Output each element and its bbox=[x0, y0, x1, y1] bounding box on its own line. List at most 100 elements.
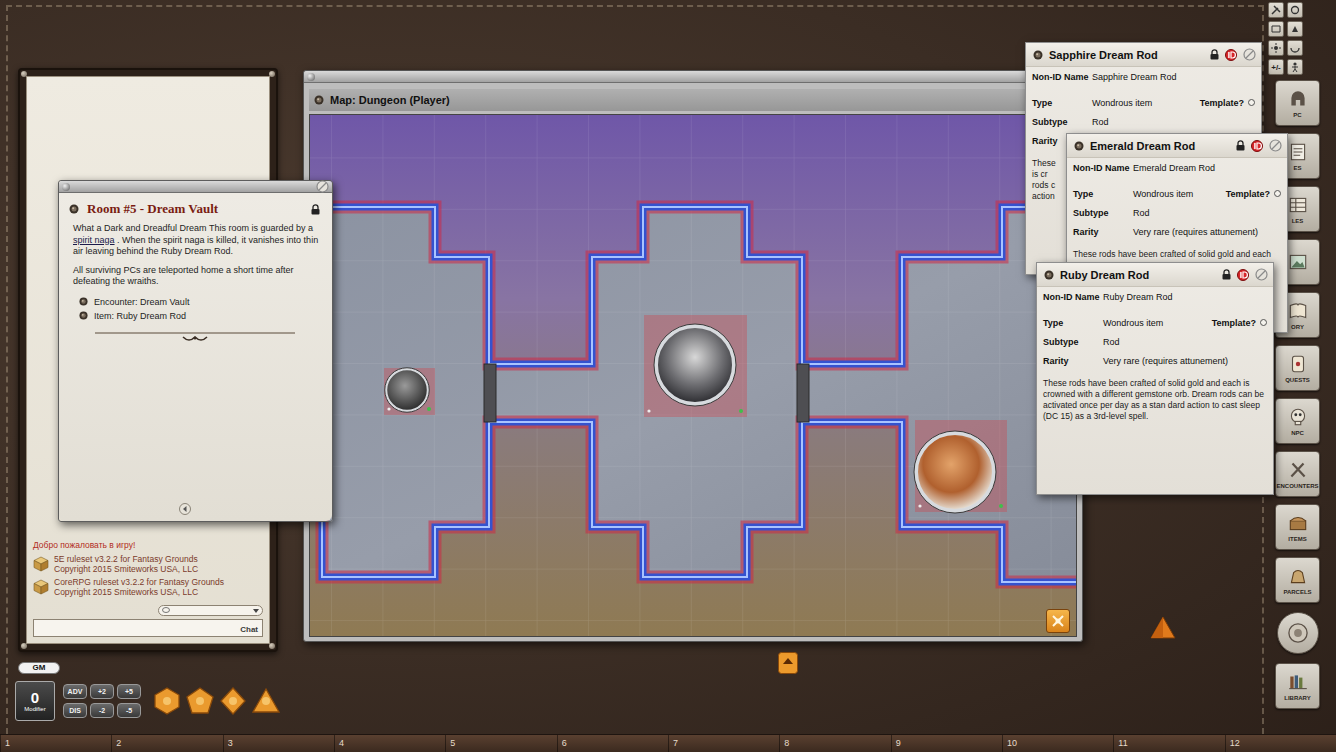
modifier-button[interactable]: DIS bbox=[63, 703, 87, 718]
scroll-left-icon[interactable] bbox=[179, 503, 191, 515]
map-door[interactable] bbox=[797, 364, 809, 422]
lock-icon[interactable] bbox=[1210, 49, 1219, 60]
link-icon[interactable] bbox=[79, 311, 88, 320]
link-icon[interactable] bbox=[79, 297, 88, 306]
dungeon-map[interactable] bbox=[310, 115, 1077, 637]
field-value[interactable]: Sapphire Dream Rod bbox=[1092, 72, 1255, 82]
field-value[interactable]: Rod bbox=[1103, 337, 1267, 347]
lock-icon[interactable] bbox=[311, 204, 320, 215]
template-radio[interactable] bbox=[1260, 319, 1267, 326]
hotkey-slot[interactable]: 10 bbox=[1002, 735, 1113, 752]
window-top-strip[interactable] bbox=[304, 71, 1082, 83]
toolbar-button[interactable] bbox=[1287, 2, 1303, 18]
story-window[interactable]: Room #5 - Dream VaultWhat a Dark and Dre… bbox=[58, 180, 333, 522]
user-identity[interactable]: GM bbox=[18, 662, 60, 674]
sidebar-tab[interactable]: LIBRARY bbox=[1275, 663, 1320, 709]
d4-die-icon[interactable] bbox=[252, 687, 280, 715]
link-icon[interactable] bbox=[314, 95, 324, 105]
modifier-button[interactable]: ADV bbox=[63, 684, 87, 699]
link-icon[interactable] bbox=[1044, 270, 1054, 280]
d12-die-icon[interactable] bbox=[186, 687, 214, 715]
sidebar-tab[interactable]: PC bbox=[1275, 80, 1320, 126]
hotkey-slot[interactable]: 8 bbox=[779, 735, 890, 752]
map-toolbar-toggle[interactable] bbox=[1046, 609, 1070, 633]
field-value[interactable]: Wondrous item bbox=[1103, 318, 1212, 328]
chat-mode-dropdown[interactable] bbox=[158, 605, 263, 616]
hotkey-slot[interactable]: 7 bbox=[668, 735, 779, 752]
template-option[interactable]: Template? bbox=[1200, 98, 1255, 108]
d8-die-icon[interactable] bbox=[219, 687, 247, 715]
story-record-link[interactable]: Encounter: Dream Vault bbox=[79, 295, 320, 309]
toolbar-button[interactable]: +/- bbox=[1268, 59, 1284, 75]
close-icon[interactable] bbox=[1243, 48, 1256, 61]
hotkey-slot[interactable]: 1 bbox=[0, 735, 111, 752]
field-value[interactable]: Wondrous item bbox=[1133, 189, 1226, 199]
field-value[interactable]: Emerald Dream Rod bbox=[1133, 163, 1281, 173]
map-token[interactable] bbox=[384, 368, 435, 415]
toolbar-button[interactable] bbox=[1287, 40, 1303, 56]
toolbar-button[interactable] bbox=[1268, 2, 1284, 18]
hotkey-slot[interactable]: 5 bbox=[445, 735, 556, 752]
modifier-button[interactable]: -2 bbox=[90, 703, 114, 718]
toolbar-button[interactable] bbox=[1268, 40, 1284, 56]
identified-icon[interactable] bbox=[1251, 140, 1263, 152]
template-option[interactable]: Template? bbox=[1212, 318, 1267, 328]
modifier-button[interactable]: +5 bbox=[117, 684, 141, 699]
close-icon[interactable] bbox=[1269, 139, 1282, 152]
window-top-strip[interactable] bbox=[59, 181, 332, 193]
sidebar-tab[interactable] bbox=[1277, 612, 1319, 654]
field-value[interactable]: Rod bbox=[1133, 208, 1281, 218]
map-door[interactable] bbox=[484, 364, 496, 422]
sidebar-tab[interactable]: PARCELS bbox=[1275, 557, 1320, 603]
item-header[interactable]: Ruby Dream Rod bbox=[1037, 263, 1273, 287]
close-icon[interactable] bbox=[1255, 268, 1268, 281]
hotkey-slot[interactable]: 4 bbox=[334, 735, 445, 752]
toolbar-button[interactable] bbox=[1287, 21, 1303, 37]
item-window[interactable]: Ruby Dream RodNon-ID NameRuby Dream RodT… bbox=[1036, 262, 1274, 495]
field-value[interactable]: Rod bbox=[1092, 117, 1255, 127]
hotkey-slot[interactable]: 9 bbox=[891, 735, 1002, 752]
map-token[interactable] bbox=[914, 420, 1007, 513]
map-viewport[interactable] bbox=[309, 114, 1077, 637]
template-radio[interactable] bbox=[1274, 190, 1281, 197]
hotkey-slot[interactable]: 3 bbox=[223, 735, 334, 752]
template-radio[interactable] bbox=[1248, 99, 1255, 106]
field-value[interactable]: Wondrous item bbox=[1092, 98, 1200, 108]
item-header[interactable]: Emerald Dream Rod bbox=[1067, 134, 1287, 158]
close-icon[interactable] bbox=[316, 180, 329, 193]
modifier-button[interactable]: -5 bbox=[117, 703, 141, 718]
hotkey-slot[interactable]: 2 bbox=[111, 735, 222, 752]
chat-input[interactable]: Chat bbox=[33, 619, 263, 637]
toolbar-button[interactable] bbox=[1268, 21, 1284, 37]
sidebar-tab[interactable]: NPC bbox=[1275, 398, 1320, 444]
window-handle[interactable] bbox=[307, 73, 315, 81]
sidebar-tab[interactable]: ENCOUNTERS bbox=[1275, 451, 1320, 497]
lock-icon[interactable] bbox=[1222, 269, 1231, 280]
d20-die-icon[interactable] bbox=[153, 687, 181, 715]
sidebar-tab[interactable]: QUESTS bbox=[1275, 345, 1320, 391]
map-window[interactable]: Map: Dungeon (Player) bbox=[303, 70, 1083, 642]
d4-die[interactable] bbox=[1150, 616, 1176, 644]
story-link[interactable]: spirit naga bbox=[73, 235, 115, 245]
story-record-link[interactable]: Item: Ruby Dream Rod bbox=[79, 309, 320, 323]
window-handle[interactable] bbox=[62, 183, 70, 191]
hotkey-slot[interactable]: 11 bbox=[1113, 735, 1224, 752]
template-option[interactable]: Template? bbox=[1226, 189, 1281, 199]
identified-icon[interactable] bbox=[1237, 269, 1249, 281]
toolbar-button[interactable] bbox=[1287, 59, 1303, 75]
field-value[interactable]: Very rare (requires attunement) bbox=[1133, 227, 1281, 237]
field-value[interactable]: Very rare (requires attunement) bbox=[1103, 356, 1267, 366]
identified-icon[interactable] bbox=[1225, 49, 1237, 61]
map-title-bar[interactable]: Map: Dungeon (Player) bbox=[309, 89, 1077, 111]
item-header[interactable]: Sapphire Dream Rod bbox=[1026, 43, 1261, 67]
link-icon[interactable] bbox=[1074, 141, 1084, 151]
lock-icon[interactable] bbox=[1236, 140, 1245, 151]
modifier-box[interactable]: 0Modifier bbox=[15, 681, 55, 721]
map-token[interactable] bbox=[644, 315, 747, 417]
hotkey-toggle[interactable] bbox=[778, 652, 798, 678]
link-icon[interactable] bbox=[1033, 50, 1043, 60]
hotkey-slot[interactable]: 6 bbox=[557, 735, 668, 752]
field-value[interactable]: Ruby Dream Rod bbox=[1103, 292, 1267, 302]
hotkey-slot[interactable]: 12 bbox=[1225, 735, 1336, 752]
sidebar-tab[interactable]: ITEMS bbox=[1275, 504, 1320, 550]
